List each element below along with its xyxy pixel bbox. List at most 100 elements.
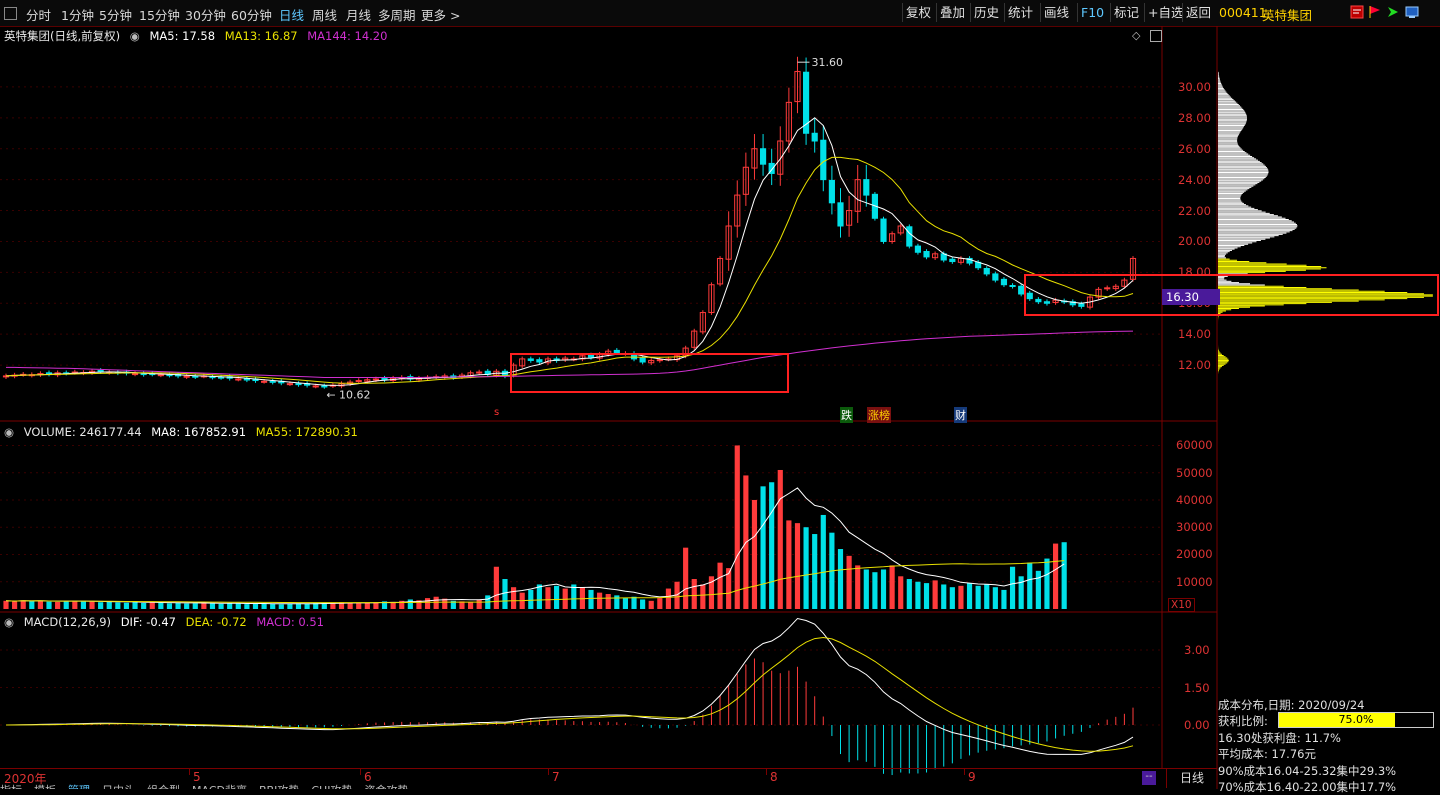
volume-bar <box>37 600 43 609</box>
volume-bar <box>244 604 250 609</box>
kline-candle <box>269 380 276 383</box>
volume-bar <box>528 589 534 609</box>
macd-dif-line <box>5 617 1134 755</box>
kline-candle <box>97 370 104 373</box>
bottom-tab[interactable]: CHI攻势 <box>311 784 352 789</box>
volume-bar <box>175 603 181 609</box>
volume-bar <box>631 596 637 609</box>
kline-candle <box>1043 301 1051 304</box>
cost-90: 90%成本16.04-25.32集中29.3% <box>1218 764 1397 778</box>
kline-y-tick: 20.00 <box>1178 234 1211 249</box>
volume-bar <box>12 601 18 609</box>
cost-70: 70%成本16.40-22.00集中17.7% <box>1218 780 1397 794</box>
bottom-tab[interactable]: MACD背离 <box>192 784 247 789</box>
high-price-label: 31.60 <box>811 56 843 69</box>
maximize-icon[interactable] <box>1150 30 1162 42</box>
volume-bar <box>227 603 233 609</box>
bottom-tab[interactable]: 组合型 <box>147 784 180 789</box>
kline-candle <box>131 373 139 376</box>
event-badge-limit[interactable]: 涨榜 <box>867 407 891 423</box>
kline-y-tick: 24.00 <box>1178 172 1211 187</box>
volume-bar <box>80 601 87 609</box>
bottom-tab[interactable]: 指标 <box>0 784 22 789</box>
volume-bar <box>906 579 912 609</box>
volume-y-tick: 10000 <box>1176 574 1213 589</box>
event-marker-s[interactable]: s <box>493 407 500 418</box>
volume-bar <box>1018 576 1024 609</box>
kline-candle <box>1078 303 1085 307</box>
volume-bar <box>579 587 585 609</box>
bottom-tab[interactable]: 管理 <box>68 784 90 789</box>
kline-candle <box>863 179 870 196</box>
period-label[interactable]: 日线 <box>1166 769 1217 788</box>
macd-y-tick: 1.50 <box>1184 680 1210 695</box>
volume-bar <box>467 601 474 609</box>
kline-candle <box>235 378 242 381</box>
kline-candle <box>820 139 827 181</box>
kline-candle <box>355 380 362 383</box>
macd-y-tick: 3.00 <box>1184 643 1210 657</box>
volume-bar <box>1061 542 1067 609</box>
volume-ma8-line <box>5 487 1065 605</box>
kline-candle <box>157 374 164 377</box>
volume-bar <box>855 565 861 609</box>
diamond-icon[interactable]: ◇ <box>1132 29 1140 42</box>
volume-bar <box>640 599 646 609</box>
kline-candle <box>286 383 293 386</box>
volume-bar <box>476 599 482 609</box>
volume-bar <box>966 583 973 609</box>
kline-candle <box>587 354 595 358</box>
profit-ratio-value: 75.0% <box>1338 713 1374 726</box>
kline-candle <box>880 218 887 242</box>
volume-bar <box>270 604 276 609</box>
bottom-tab[interactable]: 日内头 <box>102 784 135 789</box>
scroll-indicator[interactable]: -- <box>1142 771 1156 785</box>
kline-y-tick: 28.00 <box>1178 110 1211 125</box>
kline-candle <box>914 245 922 253</box>
volume-bar <box>691 579 697 609</box>
event-badge-finance[interactable]: 财 <box>954 407 967 423</box>
volume-bar <box>252 603 259 609</box>
bottom-tab[interactable]: BBI攻势 <box>259 784 299 789</box>
event-badge-fall[interactable]: 跌 <box>840 407 853 423</box>
time-axis-tick <box>189 769 190 775</box>
volume-bar <box>132 602 138 609</box>
volume-bar <box>192 603 198 609</box>
volume-y-tick: 40000 <box>1176 492 1213 507</box>
volume-bar <box>201 602 207 609</box>
volume-bar <box>794 523 801 609</box>
volume-bar <box>700 584 706 609</box>
volume-bar <box>510 587 517 609</box>
bottom-tab[interactable]: 资金攻势 <box>365 784 409 789</box>
avg-cost: 平均成本: 17.76元 <box>1218 747 1316 761</box>
volume-bar <box>149 602 155 609</box>
volume-bar <box>347 603 353 609</box>
stock-chart[interactable]: 31.60 ← 10.62 <box>0 0 1440 789</box>
kline-candle <box>656 359 663 362</box>
volume-bar <box>158 602 164 609</box>
volume-bar <box>304 603 310 609</box>
volume-bar <box>958 585 964 609</box>
time-axis-tick <box>360 769 361 775</box>
volume-bar <box>820 514 826 609</box>
kline-candle <box>243 378 250 381</box>
volume-bar <box>554 585 560 609</box>
kline-y-tick: 14.00 <box>1178 327 1211 342</box>
volume-bar <box>20 600 26 609</box>
volume-bar <box>1035 570 1041 609</box>
price-profit: 16.30处获利盘: 11.7% <box>1218 731 1341 745</box>
ma13-line <box>5 156 1134 384</box>
kline-candle <box>828 179 835 204</box>
bottom-tab[interactable]: 模板 <box>34 784 56 789</box>
volume-unit: X10 <box>1168 598 1195 612</box>
volume-bar <box>777 469 783 609</box>
volume-bar <box>605 594 611 609</box>
volume-bar <box>493 566 499 609</box>
volume-bar <box>166 603 173 609</box>
volume-bar <box>115 602 121 609</box>
volume-bar <box>1027 562 1033 609</box>
kline-candle <box>992 273 999 281</box>
volume-bar <box>55 601 61 609</box>
volume-bar <box>123 602 130 609</box>
profit-ratio-bar: 75.0% <box>1278 712 1434 728</box>
